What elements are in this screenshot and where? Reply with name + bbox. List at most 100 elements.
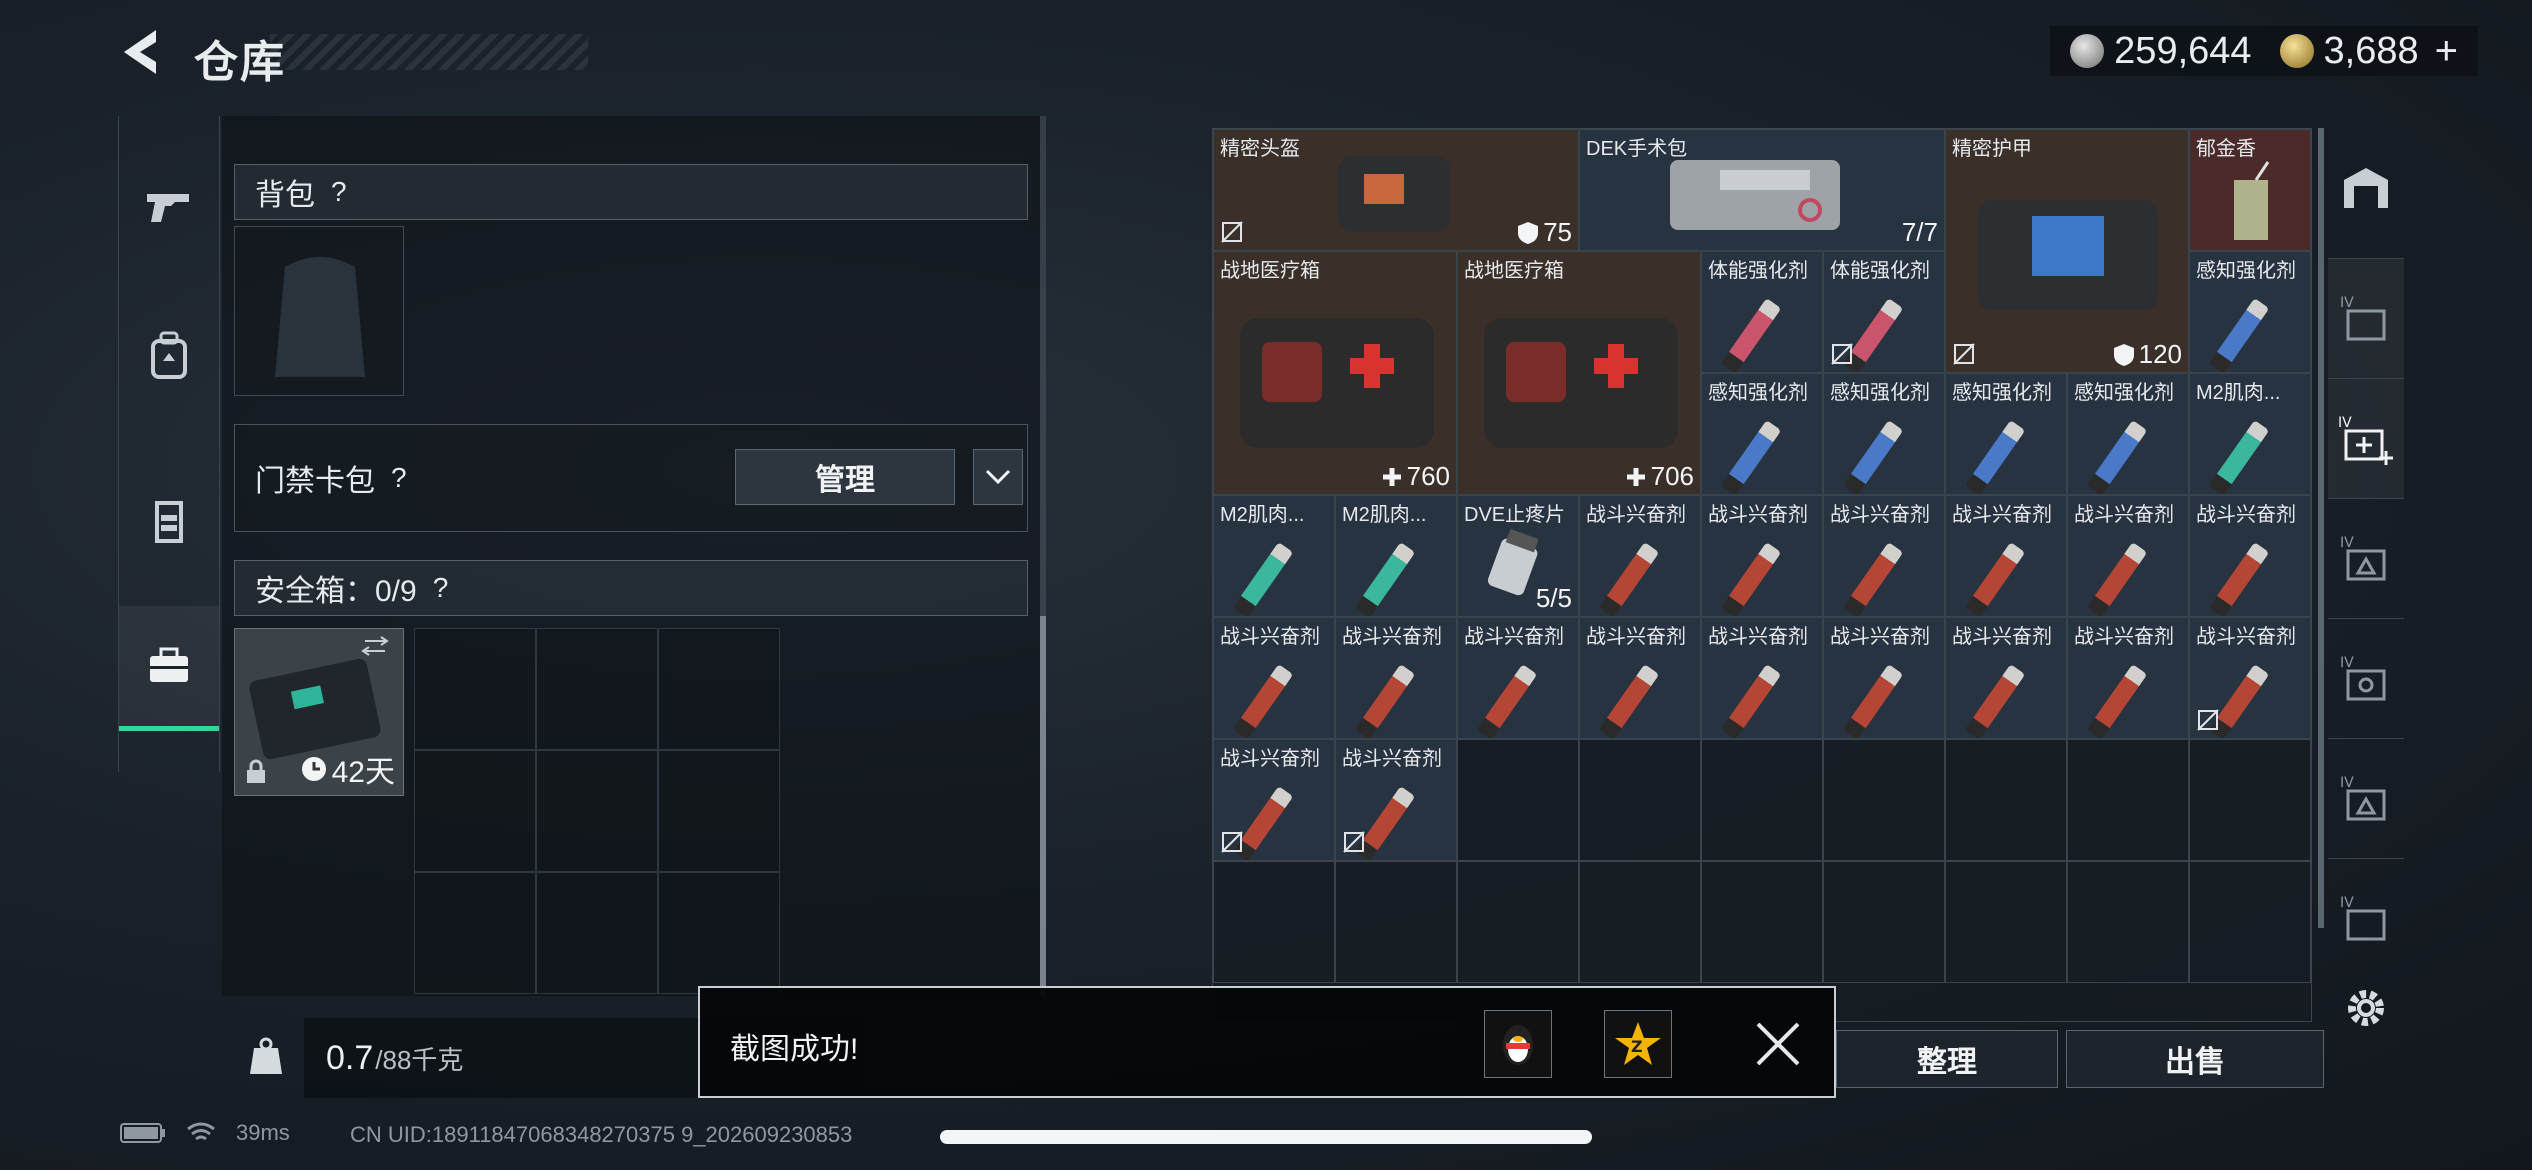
stash-slot[interactable] — [1457, 739, 1579, 861]
stash-item[interactable]: 战斗兴奋剂 — [1457, 617, 1579, 739]
safebox-slot[interactable] — [658, 628, 780, 750]
stash-item[interactable]: 战斗兴奋剂 — [1335, 739, 1457, 861]
share-qzone-button[interactable]: Z — [1604, 1010, 1672, 1078]
stash-item[interactable]: 战斗兴奋剂 — [1213, 739, 1335, 861]
pistol-icon — [147, 194, 189, 222]
item-name: M2肌肉... — [1220, 504, 1305, 526]
manage-button[interactable]: 管理 — [735, 449, 955, 505]
keycard-dropdown-button[interactable] — [973, 449, 1023, 505]
safebox-slot[interactable] — [536, 628, 658, 750]
stash-item[interactable]: 精密头盔 75 — [1213, 129, 1579, 251]
medkit-icon — [1484, 318, 1678, 448]
stash-slot[interactable] — [2067, 739, 2189, 861]
stash-item[interactable]: 战斗兴奋剂 — [1945, 495, 2067, 617]
stash-item[interactable]: 感知强化剂 — [1701, 373, 1823, 495]
stash-scrollbar[interactable] — [2318, 128, 2324, 928]
stash-slot[interactable] — [1213, 861, 1335, 983]
stash-item[interactable]: 战斗兴奋剂 — [1701, 495, 1823, 617]
stash-slot[interactable] — [1945, 739, 2067, 861]
stash-item[interactable]: M2肌肉... — [2189, 373, 2311, 495]
keycard-help-icon[interactable]: ? — [391, 462, 407, 494]
syringe-icon — [1232, 542, 1294, 616]
tab-container-1[interactable]: IV — [2328, 258, 2404, 379]
safebox-slot[interactable] — [658, 872, 780, 994]
loadout-scrollbar[interactable] — [1040, 616, 1046, 996]
stash-slot[interactable] — [1701, 739, 1823, 861]
stash-item[interactable]: 战地医疗箱 760 — [1213, 251, 1457, 495]
backpack-slot[interactable] — [234, 226, 404, 396]
tab-stash[interactable] — [2328, 128, 2404, 248]
stash-slot[interactable] — [2189, 861, 2311, 983]
tab-medical[interactable]: IV — [2328, 378, 2404, 499]
equipment-nav — [118, 116, 220, 772]
safebox-help-icon[interactable]: ? — [433, 572, 449, 604]
settings-button[interactable] — [2328, 948, 2404, 1068]
stash-slot[interactable] — [1701, 861, 1823, 983]
safebox-slot[interactable] — [658, 750, 780, 872]
stash-slot[interactable] — [1579, 861, 1701, 983]
item-name: 战斗兴奋剂 — [1586, 626, 1686, 648]
stash-item[interactable]: 战斗兴奋剂 — [1579, 495, 1701, 617]
safebox-slot[interactable] — [536, 750, 658, 872]
nav-backpack[interactable] — [119, 296, 219, 416]
nav-weapon[interactable] — [119, 146, 219, 266]
stash-item[interactable]: 战斗兴奋剂 — [1335, 617, 1457, 739]
stash-item[interactable]: 战斗兴奋剂 — [2189, 495, 2311, 617]
stash-item[interactable]: 战斗兴奋剂 — [1945, 617, 2067, 739]
stash-slot[interactable] — [1335, 861, 1457, 983]
stash-item[interactable]: 战斗兴奋剂 — [1823, 617, 1945, 739]
stash-item[interactable]: 体能强化剂 — [1701, 251, 1823, 373]
stash-item[interactable]: M2肌肉... — [1335, 495, 1457, 617]
stash-item[interactable]: 战斗兴奋剂 — [2189, 617, 2311, 739]
safebox-slot[interactable] — [414, 750, 536, 872]
stash-item[interactable]: 战斗兴奋剂 — [2067, 617, 2189, 739]
stash-slot[interactable] — [2189, 739, 2311, 861]
stash-item[interactable]: 感知强化剂 — [2067, 373, 2189, 495]
stash-item[interactable]: 战斗兴奋剂 — [1701, 617, 1823, 739]
stash-item[interactable]: 郁金香 — [2189, 129, 2311, 251]
safebox-item[interactable]: 42天 — [234, 628, 404, 796]
nav-safebox[interactable] — [119, 606, 219, 731]
stash-item[interactable]: 体能强化剂 — [1823, 251, 1945, 373]
ping-label: 39ms — [236, 1120, 290, 1145]
stash-slot[interactable] — [1945, 861, 2067, 983]
sell-button[interactable]: 出售 — [2066, 1030, 2324, 1088]
stash-item[interactable]: 战地医疗箱 706 — [1457, 251, 1701, 495]
safebox-slot[interactable] — [414, 872, 536, 994]
stash-slot[interactable] — [2067, 861, 2189, 983]
stash-item[interactable]: 感知强化剂 — [2189, 251, 2311, 373]
stash-item[interactable]: 精密护甲 120 — [1945, 129, 2189, 373]
back-button[interactable] — [112, 22, 172, 82]
stash-item[interactable]: 战斗兴奋剂 — [2067, 495, 2189, 617]
stash-slot[interactable] — [1457, 861, 1579, 983]
nav-vest[interactable] — [119, 462, 219, 582]
supply-tier4-icon: IV — [2340, 775, 2386, 821]
safebox-slot[interactable] — [414, 628, 536, 750]
stash-slot[interactable] — [1823, 861, 1945, 983]
stash-item[interactable]: 战斗兴奋剂 — [1823, 495, 1945, 617]
home-indicator[interactable] — [940, 1130, 1592, 1144]
backpack-help-icon[interactable]: ? — [331, 176, 347, 208]
silver-amount: 259,644 — [2114, 29, 2252, 72]
share-qq-button[interactable] — [1484, 1010, 1552, 1078]
tab-container-5[interactable]: IV — [2328, 738, 2404, 859]
add-currency-button[interactable]: + — [2435, 29, 2458, 74]
stash-item[interactable]: DEK手术包 7/7 — [1579, 129, 1945, 251]
sort-button[interactable]: 整理 — [1836, 1030, 2058, 1088]
stash-item[interactable]: 战斗兴奋剂 — [1579, 617, 1701, 739]
close-icon[interactable] — [1750, 1016, 1806, 1072]
tab-container-4[interactable]: IV — [2328, 618, 2404, 739]
stash-slot[interactable] — [1823, 739, 1945, 861]
stash-item[interactable]: DVE止疼片 5/5 — [1457, 495, 1579, 617]
item-name: 战斗兴奋剂 — [1586, 504, 1686, 526]
weight-max: /88千克 — [375, 1044, 464, 1075]
syringe-icon — [2086, 664, 2148, 738]
stash-item[interactable]: 感知强化剂 — [1945, 373, 2067, 495]
stash-item[interactable]: M2肌肉... — [1213, 495, 1335, 617]
stash-slot[interactable] — [1579, 739, 1701, 861]
stash-item[interactable]: 战斗兴奋剂 — [1213, 617, 1335, 739]
safebox-slot[interactable] — [536, 872, 658, 994]
syringe-icon — [1354, 542, 1416, 616]
tab-container-3[interactable]: IV — [2328, 498, 2404, 619]
stash-item[interactable]: 感知强化剂 — [1823, 373, 1945, 495]
